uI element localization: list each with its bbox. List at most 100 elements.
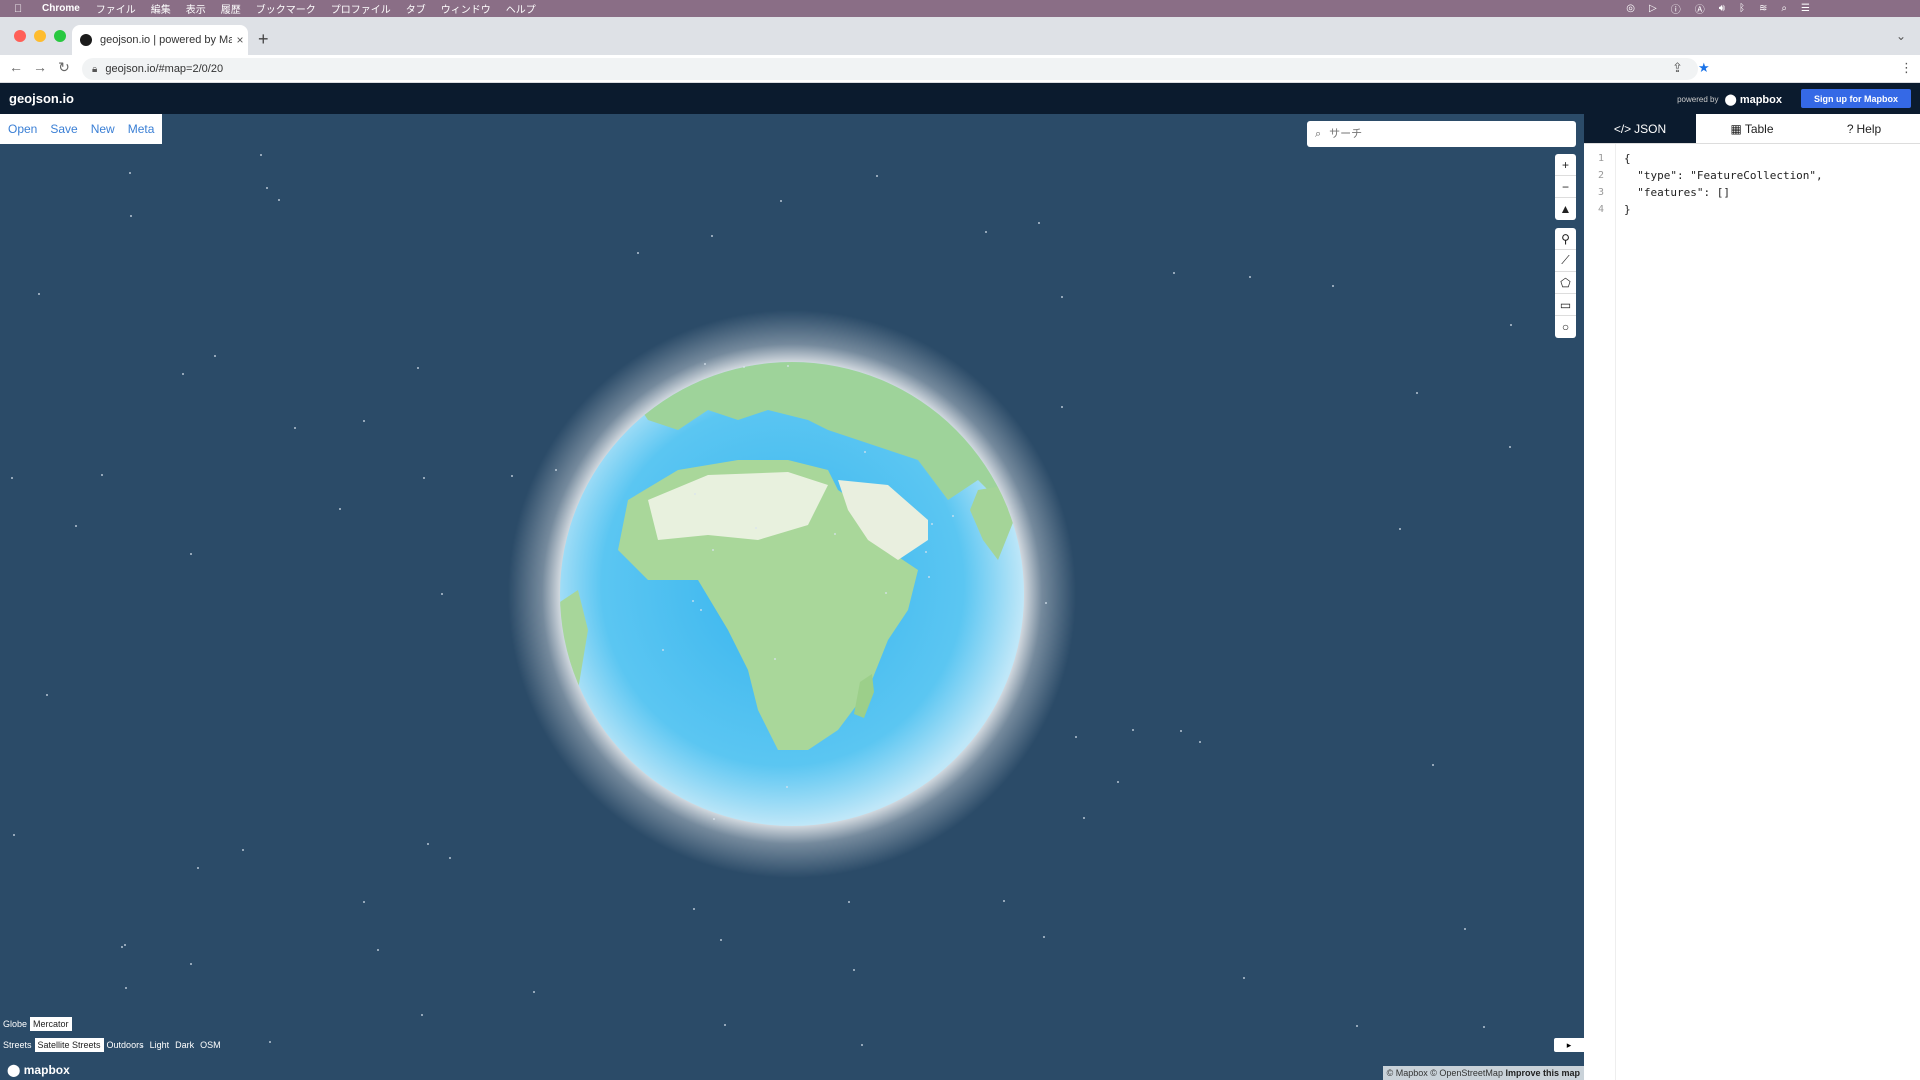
app-logo[interactable]: geojson.io [9,91,74,106]
wifi-icon[interactable]: ≋ [1759,3,1767,14]
tab-json[interactable]: </> JSON [1584,114,1696,143]
powered-by: powered by ⬤ mapbox [1677,93,1782,106]
bluetooth-icon[interactable]: ᛒ [1739,3,1745,14]
improve-map-link[interactable]: Improve this map [1505,1068,1580,1078]
compass-button[interactable]: ▲ [1555,198,1576,220]
star-decoration [861,1044,863,1046]
star-decoration [692,600,694,602]
line-code: } [1624,203,1631,216]
panel-tabs: </> JSON ▦ Table ? Help [1584,114,1920,144]
volume-icon[interactable]: 🔊︎ [1719,3,1725,14]
star-decoration [1180,730,1182,732]
draw-point-icon[interactable]: ⚲ [1555,228,1576,250]
menu-item[interactable]: 編集 [151,1,171,16]
projection-globe[interactable]: Globe [0,1017,30,1031]
collapse-panel-button[interactable]: ▸ [1554,1038,1584,1052]
star-decoration [190,963,192,965]
star-decoration [1061,406,1063,408]
draw-line-icon[interactable]: ⟋ [1555,250,1576,272]
style-osm[interactable]: OSM [197,1038,224,1052]
share-icon[interactable]: ⇪ [1672,60,1683,76]
star-decoration [925,551,927,553]
star-decoration [124,944,126,946]
star-decoration [1075,736,1077,738]
save-button[interactable]: Save [50,122,77,136]
star-decoration [787,365,789,367]
star-decoration [662,649,664,651]
menu-item[interactable]: 履歴 [221,1,241,16]
tab-help[interactable]: ? Help [1808,114,1920,143]
star-decoration [1332,285,1334,287]
control-center-icon[interactable]: ☰ [1801,3,1810,14]
new-button[interactable]: New [91,122,115,136]
star-decoration [75,525,77,527]
style-streets[interactable]: Streets [0,1038,35,1052]
map[interactable]: Open Save New Meta ⌕ + − ▲ ⚲ ⟋ ⬠ ▭ ○ Glo… [0,114,1584,1080]
mapbox-map-logo[interactable]: ⬤ mapbox [7,1063,70,1077]
browser-tab[interactable]: geojson.io | powered by Mapbox × [72,25,248,55]
input-method-icon[interactable]: Ⓐ [1695,1,1705,16]
projection-mercator[interactable]: Mercator [30,1017,72,1031]
star-decoration [876,175,878,177]
menu-item[interactable]: ヘルプ [506,1,536,16]
back-button[interactable]: ← [6,59,26,75]
open-button[interactable]: Open [8,122,37,136]
forward-button[interactable]: → [30,59,50,75]
signup-button[interactable]: Sign up for Mapbox [1801,89,1911,108]
draw-polygon-icon[interactable]: ⬠ [1555,272,1576,294]
json-editor[interactable]: 1 { 2 "type": "FeatureCollection", 3 "fe… [1584,144,1920,1080]
search-input[interactable] [1329,128,1560,140]
close-window-button[interactable] [14,30,26,42]
style-light[interactable]: Light [147,1038,173,1052]
star-decoration [1483,1026,1485,1028]
tab-table[interactable]: ▦ Table [1696,114,1808,143]
star-decoration [834,533,836,535]
menu-item[interactable]: 表示 [186,1,206,16]
address-bar[interactable]: 🔒︎ geojson.io/#map=2/0/20 [82,58,1698,80]
star-decoration [885,592,887,594]
draw-rectangle-icon[interactable]: ▭ [1555,294,1576,316]
reload-button[interactable]: ↻ [54,59,74,76]
star-decoration [1243,977,1245,979]
mapbox-logo[interactable]: ⬤ mapbox [1724,93,1782,106]
globe[interactable] [508,310,1076,878]
star-decoration [449,857,451,859]
search-icon[interactable]: ⌕ [1781,3,1787,14]
minimize-window-button[interactable] [34,30,46,42]
play-icon[interactable]: ▷ [1649,3,1657,14]
new-tab-button[interactable]: + [258,29,269,50]
tab-search-chevron-icon[interactable]: ⌄ [1896,29,1906,43]
lock-icon[interactable]: 🔒︎ [92,64,97,75]
star-decoration [931,523,933,525]
star-decoration [533,991,535,993]
menu-item[interactable]: タブ [406,1,426,16]
star-decoration [141,1045,143,1047]
zoom-out-button[interactable]: − [1555,176,1576,198]
zoom-controls: + − ▲ [1555,154,1576,220]
app-menu[interactable]: Chrome [42,3,80,14]
style-dark[interactable]: Dark [172,1038,197,1052]
draw-circle-icon[interactable]: ○ [1555,316,1576,338]
attribution-text[interactable]: © Mapbox © OpenStreetMap [1387,1068,1503,1078]
star-decoration [712,549,714,551]
bookmark-star-icon[interactable]: ★ [1698,60,1710,76]
star-decoration [13,834,15,836]
tab-title: geojson.io | powered by Mapbox [100,34,232,46]
menu-item[interactable]: ブックマーク [256,1,316,16]
creative-cloud-icon[interactable]: ◎ [1626,3,1635,14]
apple-icon[interactable]:  [14,3,28,15]
menu-item[interactable]: ウィンドウ [441,1,491,16]
star-decoration [853,969,855,971]
zoom-window-button[interactable] [54,30,66,42]
zoom-in-button[interactable]: + [1555,154,1576,176]
star-decoration [952,515,954,517]
onepassword-icon[interactable]: ⓘ [1671,1,1681,16]
meta-button[interactable]: Meta [128,122,155,136]
style-satellite-streets[interactable]: Satellite Streets [34,1038,104,1052]
menu-item[interactable]: ファイル [96,1,136,16]
star-decoration [260,154,262,156]
chrome-menu-icon[interactable]: ⋮ [1900,60,1913,76]
code-icon: </> [1613,121,1632,136]
close-tab-icon[interactable]: × [232,33,248,47]
menu-item[interactable]: プロファイル [331,1,391,16]
